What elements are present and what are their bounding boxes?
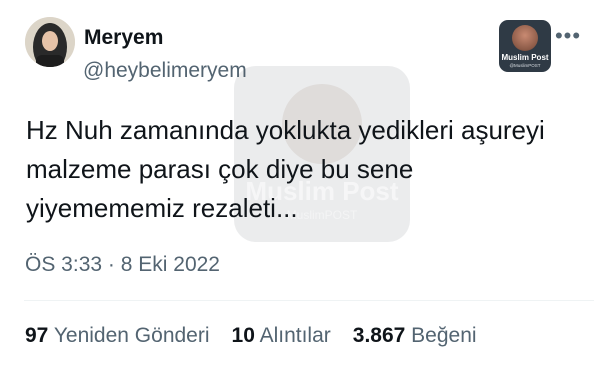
likes-count: 3.867 — [352, 324, 406, 347]
tweet-date[interactable]: 8 Eki 2022 — [121, 253, 220, 276]
tweet-line: malzeme parası çok diye bu sene — [26, 154, 414, 184]
avatar-image — [25, 17, 75, 67]
quotes-stat[interactable]: 10 Alıntılar — [232, 323, 331, 349]
retweets-stat[interactable]: 97 Yeniden Gönderi — [25, 323, 210, 349]
quotes-count: 10 — [231, 324, 255, 347]
display-name[interactable]: Meryem — [84, 25, 163, 51]
quotes-label: Alıntılar — [259, 324, 331, 347]
tweet-text: Hz Nuh zamanında yoklukta yedikleri aşur… — [26, 111, 586, 228]
tweet-time[interactable]: ÖS 3:33 — [25, 253, 102, 276]
meta-separator: · — [107, 253, 115, 276]
badge-face — [512, 25, 538, 51]
likes-label: Beğeni — [411, 324, 477, 347]
more-options-icon[interactable]: ••• — [554, 23, 582, 48]
tweet-meta: ÖS 3:33 · 8 Eki 2022 — [25, 252, 220, 278]
engagement-stats: 97 Yeniden Gönderi 10 Alıntılar 3.867 Be… — [25, 323, 499, 349]
tweet-line: yiyemememiz rezaleti... — [26, 193, 298, 223]
avatar[interactable] — [25, 17, 75, 67]
badge-title: Muslim Post — [501, 53, 549, 62]
tweet-line: Hz Nuh zamanında yoklukta yedikleri aşur… — [26, 115, 545, 145]
retweets-label: Yeniden Gönderi — [53, 324, 210, 347]
tweet-card: Meryem @heybelimeryem Muslim Post @Musli… — [0, 0, 606, 370]
muslim-post-badge: Muslim Post @MuslimPOST — [499, 20, 551, 72]
divider — [24, 300, 594, 301]
retweets-count: 97 — [25, 324, 49, 347]
user-handle[interactable]: @heybelimeryem — [83, 58, 247, 84]
badge-subtitle: @MuslimPOST — [509, 63, 541, 68]
likes-stat[interactable]: 3.867 Beğeni — [353, 323, 477, 349]
